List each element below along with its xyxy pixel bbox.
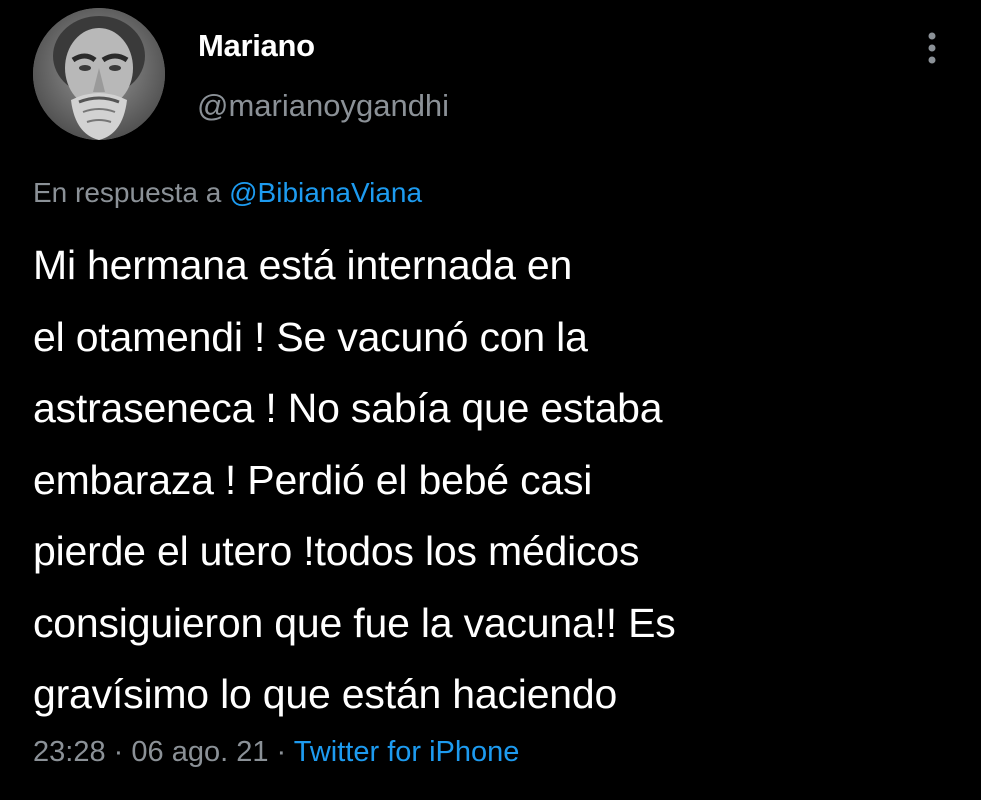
tweet-source-link[interactable]: Twitter for iPhone xyxy=(294,736,520,768)
tweet-text: Mi hermana está internada en el otamendi… xyxy=(33,242,676,717)
author-handle[interactable]: @marianoygandhi xyxy=(197,88,449,124)
author-display-name[interactable]: Mariano xyxy=(198,28,315,64)
tweet-metadata: 23:28 · 06 ago. 21 · Twitter for iPhone xyxy=(33,736,519,769)
statue-avatar-image xyxy=(33,8,165,140)
reply-mention-link[interactable]: @BibianaViana xyxy=(229,177,422,208)
tweet-time[interactable]: 23:28 xyxy=(33,736,106,768)
reply-context: En respuesta a @BibianaViana xyxy=(33,177,422,209)
tweet: Mariano @marianoygandhi En respuesta a @… xyxy=(0,0,981,800)
more-options-button[interactable] xyxy=(914,28,950,68)
tweet-date[interactable]: 06 ago. 21 xyxy=(131,736,268,768)
reply-prefix: En respuesta a xyxy=(33,177,222,208)
more-vertical-icon xyxy=(928,32,936,64)
meta-separator: · xyxy=(276,736,287,768)
avatar[interactable] xyxy=(33,8,165,140)
meta-separator: · xyxy=(113,736,124,768)
